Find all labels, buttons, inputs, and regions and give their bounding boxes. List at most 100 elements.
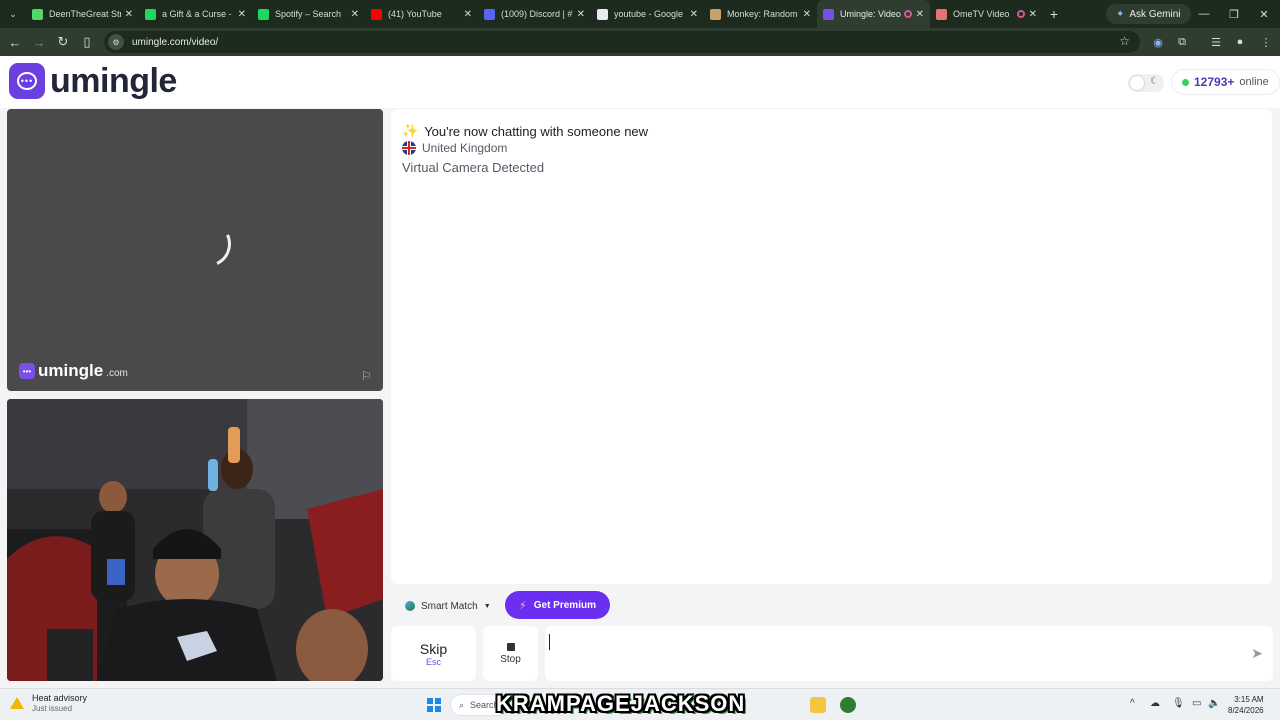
tab-label: DeenTheGreat Str <box>49 9 121 19</box>
ask-gemini-button[interactable]: ✦ Ask Gemini <box>1106 4 1191 24</box>
self-camera-video <box>7 399 383 681</box>
close-tab-icon[interactable]: ✕ <box>690 9 698 20</box>
browser-tab[interactable]: youtube - Google ✕ <box>591 0 704 28</box>
get-premium-button[interactable]: ⚡ Get Premium <box>505 591 610 619</box>
text-caret <box>549 634 550 650</box>
video-watermark: ••• umingle .com <box>19 361 128 381</box>
browser-tab[interactable]: DeenTheGreat Str ✕ <box>26 0 139 28</box>
browser-tab[interactable]: (1009) Discord | # ✕ <box>478 0 591 28</box>
tab-label: (41) YouTube <box>388 9 442 19</box>
spotify-icon <box>258 8 269 20</box>
back-button[interactable]: ← <box>3 28 27 56</box>
skip-shortcut: Esc <box>425 656 441 667</box>
file-explorer-icon[interactable] <box>810 697 826 713</box>
close-tab-icon[interactable]: ✕ <box>1029 9 1037 20</box>
volume-icon[interactable]: 🔈 <box>1208 698 1220 709</box>
bookmark-star-icon[interactable]: ☆ <box>1119 34 1130 48</box>
close-tab-icon[interactable]: ✕ <box>577 9 585 20</box>
online-dot-icon <box>1182 78 1189 86</box>
tab-search-button[interactable]: ⌄ <box>0 0 26 28</box>
windows-taskbar: Heat advisory Just issued ⌕ Search KRAMP… <box>0 688 1280 720</box>
sparkles-icon: ✨ <box>402 123 419 138</box>
site-header: ••• umingle ☾ 12793+ online <box>0 56 1280 108</box>
theme-toggle[interactable]: ☾ <box>1128 74 1164 92</box>
monkey-icon <box>710 8 721 20</box>
browser-tab-strip: ⌄ DeenTheGreat Str ✕ a Gift & a Curse - ✕ Sp… <box>0 0 1280 28</box>
weather-title: Heat advisory <box>32 693 88 703</box>
reading-list-icon[interactable]: ☰ <box>1204 28 1228 56</box>
new-tab-button[interactable]: + <box>1043 6 1065 22</box>
site-logo-text[interactable]: umingle <box>50 62 177 101</box>
umingle-icon <box>823 8 834 20</box>
restore-button[interactable]: ❐ <box>1218 0 1250 28</box>
premium-label: Get Premium <box>533 599 596 611</box>
stream-name-overlay: KRAMPAGEJACKSON <box>496 691 746 716</box>
browser-tab[interactable]: OmeTV Video ✕ <box>930 0 1043 28</box>
chat-status: ✨ You're now chatting with someone new <box>402 123 648 139</box>
warning-icon <box>10 697 24 709</box>
minimize-button[interactable]: — <box>1188 0 1220 28</box>
report-flag-icon[interactable]: ⚐ <box>361 369 372 383</box>
tab-label: Monkey: Random <box>727 9 798 19</box>
browser-tab[interactable]: Monkey: Random ✕ <box>704 0 817 28</box>
close-tab-icon[interactable]: ✕ <box>803 9 811 20</box>
omnibox[interactable]: ⚙ umingle.com/video/ ☆ <box>104 31 1140 53</box>
close-tab-icon[interactable]: ✕ <box>351 9 359 20</box>
clock-date: 8/24/2026 <box>1228 706 1264 715</box>
smart-match-dropdown[interactable]: Smart Match ▼ <box>395 594 501 618</box>
message-box[interactable]: ➤ <box>545 626 1273 681</box>
browser-tab[interactable]: Spotify – Search ✕ <box>252 0 365 28</box>
display-icon[interactable]: ▭ <box>1192 698 1201 709</box>
tab-label: a Gift & a Curse - <box>162 9 232 19</box>
uk-flag-icon <box>402 141 416 155</box>
tray-chevron-icon[interactable]: ^ <box>1130 698 1135 709</box>
close-tab-icon[interactable]: ✕ <box>916 9 924 20</box>
reload-button[interactable]: ↻ <box>51 28 75 56</box>
loading-spinner-icon <box>178 214 238 274</box>
kick-icon <box>32 8 43 20</box>
close-window-button[interactable]: ✕ <box>1248 0 1280 28</box>
send-icon[interactable]: ➤ <box>1251 645 1263 662</box>
skip-label: Skip <box>419 640 448 657</box>
weather-widget[interactable]: Heat advisory Just issued <box>10 693 87 713</box>
moon-icon: ☾ <box>1150 76 1159 87</box>
close-tab-icon[interactable]: ✕ <box>238 9 246 20</box>
message-input[interactable] <box>553 630 1233 654</box>
extension-icon[interactable]: ◉ <box>1146 28 1170 56</box>
search-icon: ⌕ <box>459 699 465 710</box>
lightning-icon: ⚡ <box>519 599 527 612</box>
browser-tab[interactable]: a Gift & a Curse - ✕ <box>139 0 252 28</box>
chrome-icon[interactable] <box>840 697 856 713</box>
tab-label: (1009) Discord | # <box>501 9 573 19</box>
browser-menu-icon[interactable]: ⋮ <box>1254 28 1278 56</box>
windows-start-icon[interactable] <box>427 698 441 712</box>
system-clock[interactable]: 3:15 AM 8/24/2026 <box>1228 694 1264 716</box>
watermark-domain: .com <box>106 368 128 379</box>
forward-button[interactable]: → <box>27 28 51 56</box>
cloud-icon[interactable]: ☁ <box>1150 698 1160 709</box>
online-count: 12793+ <box>1194 75 1235 89</box>
close-tab-icon[interactable]: ✕ <box>464 9 472 20</box>
clock-time: 3:15 AM <box>1234 695 1264 704</box>
site-info-icon[interactable]: ⚙ <box>108 34 124 50</box>
profile-avatar-icon[interactable]: ● <box>1228 28 1252 56</box>
skip-button[interactable]: Skip Esc <box>391 626 476 681</box>
side-panel-button[interactable]: ▯ <box>75 28 99 56</box>
umingle-logo-icon[interactable]: ••• <box>9 63 45 99</box>
ask-gemini-label: Ask Gemini <box>1129 8 1181 20</box>
tab-label: Spotify – Search <box>275 9 342 19</box>
browser-tab[interactable]: Umingle: Video ✕ <box>817 0 930 28</box>
extensions-puzzle-icon[interactable]: ⧉ <box>1170 28 1194 56</box>
close-tab-icon[interactable]: ✕ <box>125 9 133 20</box>
smart-match-label: Smart Match <box>421 600 478 612</box>
camera-feed-image <box>7 399 383 681</box>
stop-icon <box>506 642 515 651</box>
weather-subtitle: Just issued <box>32 704 73 713</box>
camera-notice: Virtual Camera Detected <box>402 160 545 175</box>
microphone-icon[interactable]: 🎙 <box>1172 698 1185 709</box>
tab-label: Umingle: Video <box>840 9 901 19</box>
discord-icon <box>484 8 495 20</box>
google-icon <box>597 8 608 20</box>
browser-tab[interactable]: (41) YouTube ✕ <box>365 0 478 28</box>
stop-button[interactable]: Stop <box>483 626 538 681</box>
